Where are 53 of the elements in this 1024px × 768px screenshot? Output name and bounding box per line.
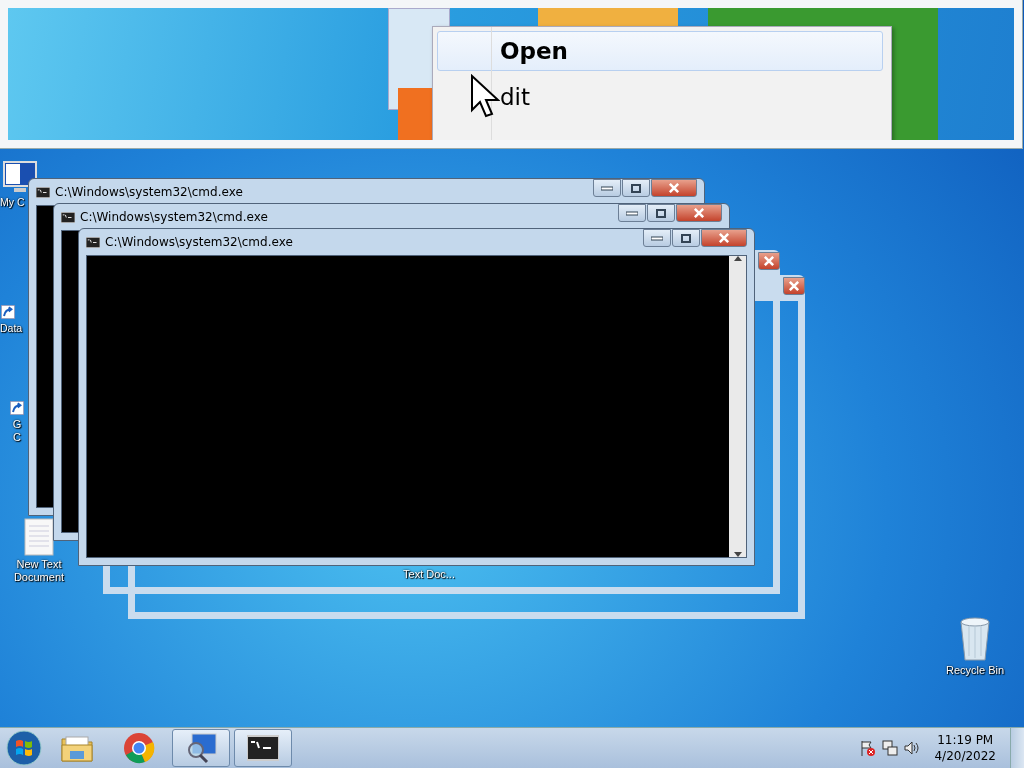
maximize-button[interactable]: [672, 229, 700, 247]
minimize-icon: [651, 235, 663, 241]
mouse-cursor-icon: [470, 74, 500, 118]
icon-label: Text Doc...: [403, 568, 455, 581]
window-title: C:\Windows\system32\cmd.exe: [55, 185, 244, 199]
recycle-bin-icon: [957, 616, 993, 662]
icon-label: Data: [0, 322, 23, 335]
maximize-button[interactable]: [647, 204, 675, 222]
start-button[interactable]: [4, 729, 44, 767]
speaker-icon[interactable]: [904, 740, 921, 756]
console-icon: [247, 735, 279, 761]
menu-item[interactable]: Open: [437, 31, 883, 71]
close-icon: [788, 281, 800, 291]
maximize-icon: [656, 208, 666, 218]
menu-item[interactable]: dit: [437, 77, 883, 117]
shortcut-icon: [9, 400, 25, 416]
text-document-icon: [23, 518, 55, 556]
clock-time: 11:19 PM: [937, 732, 994, 748]
close-button[interactable]: [701, 229, 747, 247]
icon-label: G C: [11, 418, 23, 444]
close-icon: [668, 183, 680, 193]
minimize-icon: [626, 210, 638, 216]
close-button[interactable]: [676, 204, 722, 222]
taskbar-button[interactable]: [234, 729, 292, 767]
maximize-icon: [631, 183, 641, 193]
chrome-icon: [123, 732, 155, 764]
clock-date: 4/20/2022: [934, 748, 996, 764]
flag-icon[interactable]: [860, 740, 877, 756]
console-icon: [36, 186, 50, 198]
close-icon: [718, 233, 730, 243]
close-button[interactable]: [783, 277, 805, 295]
scroll-down-arrow-icon[interactable]: [733, 552, 742, 557]
minimize-icon: [601, 185, 613, 191]
folder-icon: [60, 733, 94, 763]
computer-icon: [0, 160, 40, 194]
clock[interactable]: 11:19 PM 4/20/2022: [926, 732, 1004, 764]
icon-label: Recycle Bin: [945, 664, 1005, 677]
close-button[interactable]: [651, 179, 697, 197]
window-title: C:\Windows\system32\cmd.exe: [105, 235, 294, 249]
close-button[interactable]: [758, 252, 780, 270]
console-icon: [86, 236, 100, 248]
shortcut-icon: [0, 304, 16, 320]
console-icon: [61, 211, 75, 223]
maximize-button[interactable]: [622, 179, 650, 197]
network-icon[interactable]: [882, 740, 899, 756]
icon-label: My C: [0, 196, 25, 209]
scrollbar[interactable]: [729, 256, 746, 557]
window-title: C:\Windows\system32\cmd.exe: [80, 210, 269, 224]
scroll-up-arrow-icon[interactable]: [733, 256, 742, 261]
icon-label: New Text Document: [12, 558, 66, 584]
close-icon: [693, 208, 705, 218]
close-icon: [763, 256, 775, 266]
maximize-icon: [681, 233, 691, 243]
